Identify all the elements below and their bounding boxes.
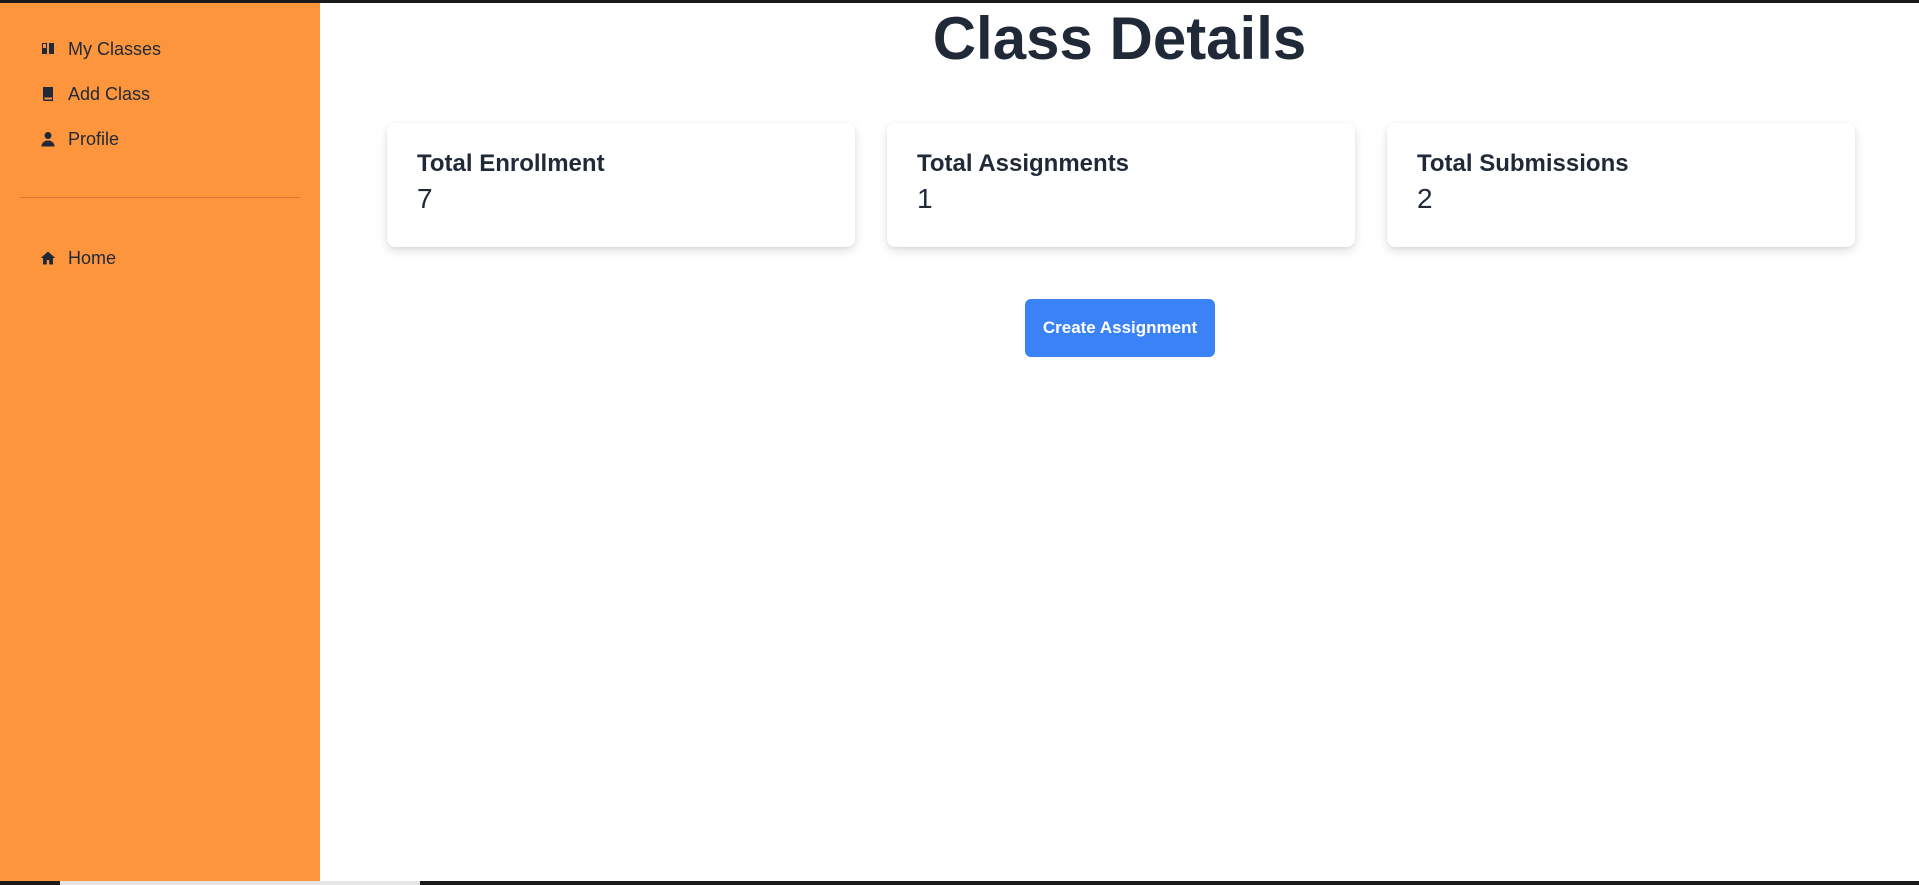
sidebar-item-label: Profile (68, 128, 120, 149)
sidebar: My Classes Add Class Profile Home (0, 3, 320, 881)
create-assignment-button[interactable]: Create Assignment (1025, 299, 1215, 357)
stat-card-assignments: Total Assignments 1 (887, 123, 1355, 247)
page-title: Class Details (932, 5, 1307, 72)
stat-card-submissions: Total Submissions 2 (1387, 123, 1855, 247)
stat-card-title: Total Submissions (1417, 150, 1629, 177)
home-icon (40, 250, 56, 266)
sidebar-item-my-classes[interactable]: My Classes (0, 31, 320, 67)
stat-card-value: 7 (417, 183, 433, 214)
app-window: My Classes Add Class Profile Home Class … (0, 3, 1919, 881)
book-icon (40, 86, 56, 102)
taskbar-strip (0, 881, 1919, 885)
sidebar-item-add-class[interactable]: Add Class (0, 76, 320, 112)
sidebar-item-home[interactable]: Home (0, 240, 320, 276)
stat-card-value: 1 (917, 183, 933, 214)
main-content: Class Details Total Enrollment 7 Total A… (320, 3, 1919, 881)
taskbar-highlight (60, 881, 420, 885)
book-open-icon (40, 41, 56, 57)
stat-card-title: Total Enrollment (417, 150, 605, 177)
sidebar-item-profile[interactable]: Profile (0, 121, 320, 157)
user-icon (40, 131, 56, 147)
stat-card-enrollment: Total Enrollment 7 (387, 123, 855, 247)
stats-row: Total Enrollment 7 Total Assignments 1 T… (387, 123, 1855, 247)
stat-card-value: 2 (1417, 183, 1433, 214)
sidebar-divider (20, 197, 300, 198)
sidebar-item-label: Add Class (68, 83, 151, 104)
sidebar-item-label: Home (68, 247, 117, 268)
sidebar-item-label: My Classes (68, 38, 162, 59)
stat-card-title: Total Assignments (917, 150, 1130, 177)
